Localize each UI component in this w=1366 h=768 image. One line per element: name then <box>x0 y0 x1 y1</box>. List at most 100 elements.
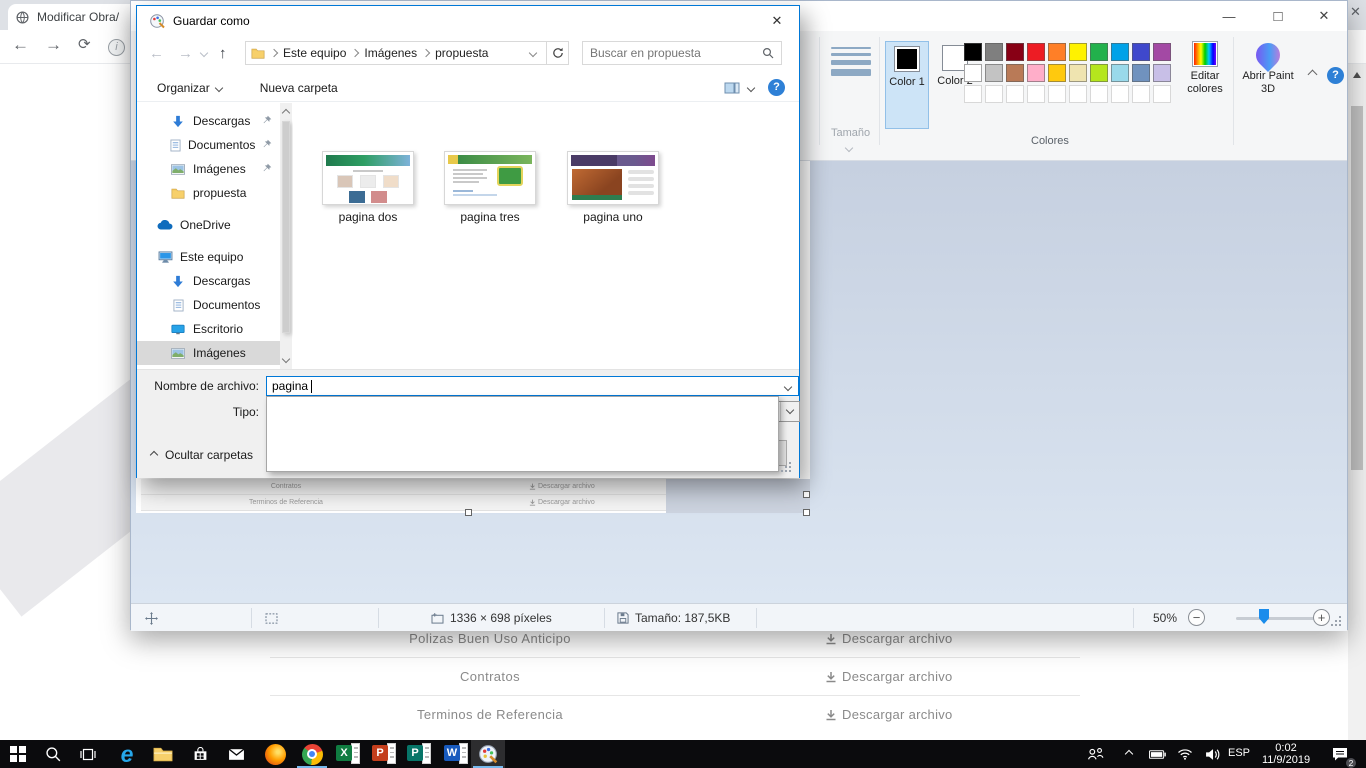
filetype-dropdown-icon[interactable] <box>780 402 799 421</box>
palette-swatch[interactable] <box>1006 64 1024 82</box>
paint-help-icon[interactable]: ? <box>1327 67 1344 84</box>
breadcrumb[interactable]: Este equipo Imágenes propuesta <box>245 41 547 65</box>
minimize-icon[interactable]: — <box>1206 1 1252 31</box>
publisher-taskbar-icon[interactable]: P <box>407 742 431 766</box>
palette-swatch[interactable] <box>1153 43 1171 61</box>
volume-tray-icon[interactable] <box>1200 742 1224 766</box>
paint-taskbar-icon[interactable] <box>476 742 500 766</box>
new-folder-button[interactable]: Nueva carpeta <box>260 81 338 95</box>
zoom-in-button[interactable]: + <box>1313 609 1330 626</box>
palette-swatch[interactable] <box>964 43 982 61</box>
palette-swatch[interactable] <box>985 43 1003 61</box>
palette-swatch[interactable] <box>1111 64 1129 82</box>
nav-up-icon[interactable]: ↑ <box>219 45 227 62</box>
palette-swatch[interactable] <box>1111 43 1129 61</box>
palette-swatch[interactable] <box>1090 64 1108 82</box>
dialog-resize-grip[interactable] <box>789 470 791 472</box>
edit-colors-button[interactable]: Editar colores <box>1176 41 1234 96</box>
color1-button[interactable]: Color 1 <box>885 41 929 129</box>
file-item[interactable]: pagina dos <box>313 151 423 224</box>
sidebar-item-propuesta[interactable]: propuesta <box>137 181 280 205</box>
sidebar-item-imagenes[interactable]: Imágenes <box>137 157 280 181</box>
task-view-button[interactable] <box>76 742 100 766</box>
canvas-resize-handle-corner[interactable] <box>803 509 810 516</box>
palette-swatch[interactable] <box>1027 43 1045 61</box>
sidebar-item-este-equipo[interactable]: Este equipo <box>137 245 280 269</box>
zoom-slider-handle[interactable] <box>1259 609 1269 624</box>
canvas-resize-handle-right[interactable] <box>803 491 810 498</box>
search-box[interactable] <box>582 41 782 65</box>
zoom-slider-track[interactable] <box>1236 617 1321 620</box>
palette-swatch[interactable] <box>1006 43 1024 61</box>
language-indicator[interactable]: ESP <box>1228 747 1250 759</box>
hide-folders-button[interactable]: Ocultar carpetas <box>151 448 253 462</box>
palette-swatch[interactable] <box>985 64 1003 82</box>
people-tray-icon[interactable] <box>1083 742 1107 766</box>
nav-back-icon[interactable]: ← <box>149 45 164 62</box>
collapse-ribbon-icon[interactable] <box>1308 70 1318 80</box>
organize-button[interactable]: Organizar <box>157 81 210 95</box>
store-taskbar-icon[interactable] <box>188 742 212 766</box>
taskbar-search-button[interactable] <box>41 742 65 766</box>
filename-autocomplete-dropdown[interactable] <box>266 396 779 472</box>
scrollbar-up-icon[interactable] <box>1353 72 1361 78</box>
palette-swatch[interactable] <box>1069 43 1087 61</box>
sidebar-item-descargas[interactable]: Descargas <box>137 109 280 133</box>
edge-taskbar-icon[interactable]: e <box>115 742 139 766</box>
palette-swatch[interactable] <box>1132 43 1150 61</box>
sidebar-item-documentos[interactable]: Documentos <box>137 133 280 157</box>
browser-reload-icon[interactable]: ⟳ <box>78 35 91 53</box>
start-button[interactable] <box>6 742 30 766</box>
palette-swatch[interactable] <box>1048 43 1066 61</box>
excel-taskbar-icon[interactable]: X <box>336 742 360 766</box>
powerpoint-taskbar-icon[interactable]: P <box>372 742 396 766</box>
zoom-out-button[interactable]: − <box>1188 609 1205 626</box>
breadcrumb-item[interactable]: Este equipo <box>283 46 346 60</box>
window-resize-grip[interactable] <box>1339 624 1341 626</box>
sidebar-item-documentos-2[interactable]: Documentos <box>137 293 280 317</box>
filename-input[interactable]: pagina <box>266 376 799 396</box>
palette-swatch[interactable] <box>1132 64 1150 82</box>
wifi-tray-icon[interactable] <box>1173 742 1197 766</box>
view-mode-dropdown-icon[interactable] <box>747 83 755 91</box>
sidebar-item-escritorio[interactable]: Escritorio <box>137 317 280 341</box>
download-link[interactable]: Descargar archivo <box>825 669 953 684</box>
dialog-help-icon[interactable]: ? <box>768 79 785 96</box>
nav-forward-icon[interactable]: → <box>178 45 193 62</box>
sidebar-item-descargas-2[interactable]: Descargas <box>137 269 280 293</box>
download-link[interactable]: Descargar archivo <box>825 631 953 646</box>
breadcrumb-item[interactable]: Imágenes <box>364 46 417 60</box>
canvas-resize-handle-bottom[interactable] <box>465 509 472 516</box>
breadcrumb-dropdown-icon[interactable] <box>529 49 537 57</box>
taskbar-clock[interactable]: 0:02 11/9/2019 <box>1255 742 1317 766</box>
palette-swatch[interactable] <box>1027 64 1045 82</box>
breadcrumb-item[interactable]: propuesta <box>435 46 488 60</box>
filename-dropdown-icon[interactable] <box>784 383 792 391</box>
palette-swatch[interactable] <box>964 64 982 82</box>
file-item[interactable]: pagina uno <box>558 151 668 224</box>
palette-swatch[interactable] <box>1048 64 1066 82</box>
sidebar-item-onedrive[interactable]: OneDrive <box>137 213 280 237</box>
sidebar-scrollbar[interactable] <box>280 103 292 369</box>
browser-close-icon[interactable]: ✕ <box>1350 4 1361 20</box>
chrome-taskbar-icon[interactable] <box>300 742 324 766</box>
browser-forward-icon[interactable]: → <box>45 35 62 55</box>
maximize-icon[interactable]: □ <box>1255 1 1301 31</box>
mail-taskbar-icon[interactable] <box>224 742 248 766</box>
open-paint3d-button[interactable]: Abrir Paint 3D <box>1239 41 1297 96</box>
scrollbar-thumb[interactable] <box>1351 106 1363 470</box>
palette-swatch[interactable] <box>1153 64 1171 82</box>
site-info-icon[interactable]: i <box>108 39 125 56</box>
refresh-button[interactable] <box>547 41 569 65</box>
word-taskbar-icon[interactable]: W <box>444 742 468 766</box>
download-link[interactable]: Descargar archivo <box>825 707 953 722</box>
palette-swatch[interactable] <box>1090 43 1108 61</box>
sidebar-scrollbar-thumb[interactable] <box>282 121 290 333</box>
firefox-taskbar-icon[interactable] <box>263 742 287 766</box>
browser-back-icon[interactable]: ← <box>12 35 29 55</box>
tray-expand-button[interactable] <box>1117 742 1141 766</box>
file-item[interactable]: pagina tres <box>435 151 545 224</box>
palette-swatch[interactable] <box>1069 64 1087 82</box>
battery-tray-icon[interactable] <box>1145 742 1169 766</box>
nav-history-icon[interactable] <box>200 49 208 57</box>
